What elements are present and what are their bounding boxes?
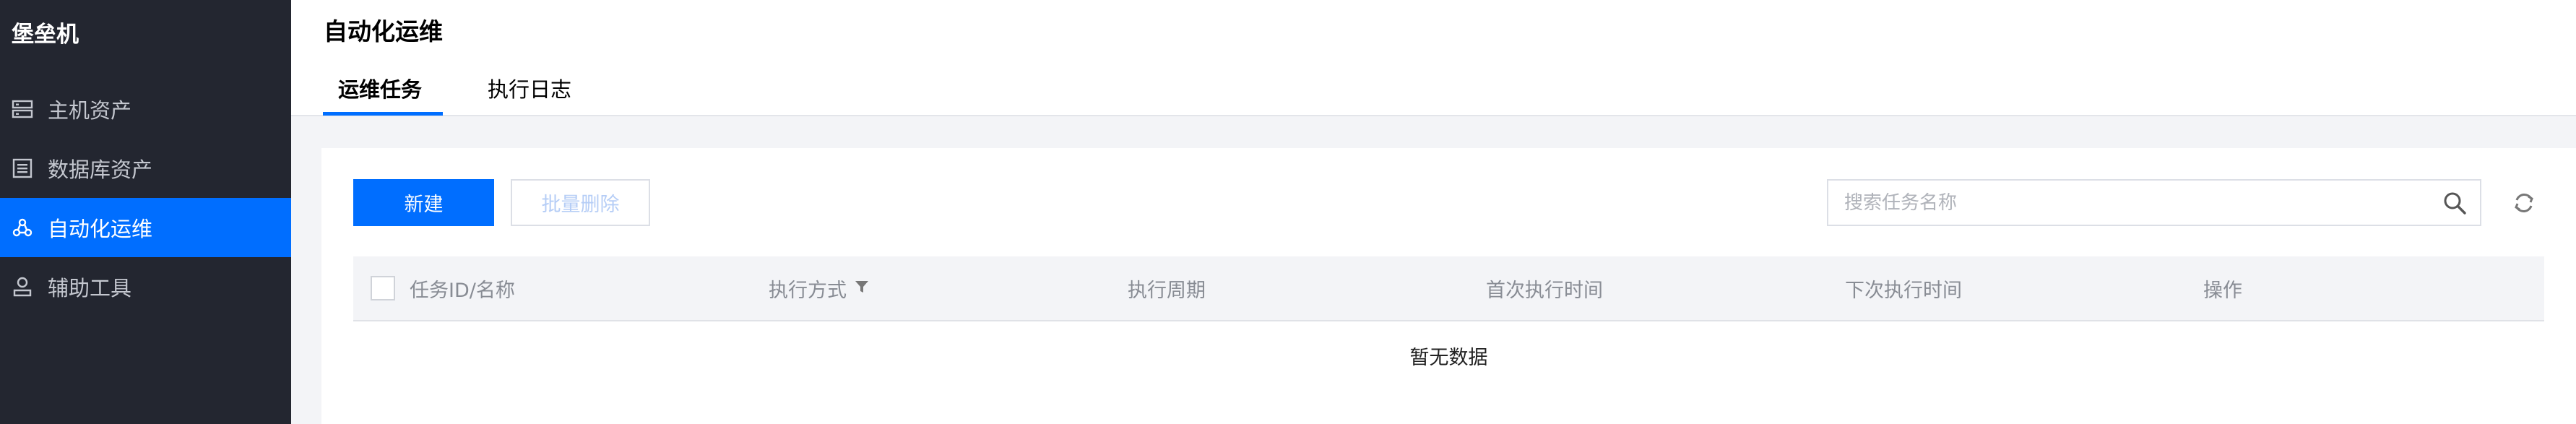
filter-icon[interactable] [854,279,870,295]
tab-execution-log[interactable]: 执行日志 [488,75,571,104]
active-tab-indicator [323,112,443,116]
search-icon[interactable] [2442,191,2467,215]
task-list-card: 新建 批量删除 任务ID/名称 执行方式 执行周期 首次执行时间 下次执行时间 … [321,148,2576,424]
sidebar-item-tools[interactable]: 辅助工具 [0,257,291,316]
select-all-checkbox[interactable] [371,276,395,300]
batch-delete-button: 批量删除 [511,179,650,226]
database-icon [10,156,35,181]
empty-state-text: 暂无数据 [1409,347,1488,369]
sidebar: 堡垒机 主机资产 数据库资产 自动化运维 辅助工具 [0,0,291,424]
table-header: 任务ID/名称 执行方式 执行周期 首次执行时间 下次执行时间 操作 [353,256,2544,321]
tool-icon [10,274,35,299]
refresh-icon[interactable] [2511,190,2537,216]
sidebar-title: 堡垒机 [12,22,79,48]
search-box [1827,179,2481,226]
new-button[interactable]: 新建 [353,179,494,226]
column-header-exec-mode: 执行方式 [769,256,870,320]
tab-ops-tasks[interactable]: 运维任务 [338,75,422,104]
sidebar-item-label: 主机资产 [48,98,132,123]
sidebar-item-host-assets[interactable]: 主机资产 [0,79,291,139]
page-header: 自动化运维 运维任务 执行日志 [291,0,2576,116]
sidebar-item-label: 自动化运维 [48,217,153,241]
automation-icon [10,215,35,240]
sidebar-item-database-assets[interactable]: 数据库资产 [0,139,291,198]
column-header-actions: 操作 [2203,279,2242,302]
sidebar-item-label: 数据库资产 [48,157,153,182]
server-icon [10,97,35,121]
column-header-first-exec-time: 首次执行时间 [1486,279,1603,302]
sidebar-item-automation[interactable]: 自动化运维 [0,198,291,257]
column-header-exec-period: 执行周期 [1128,279,1206,302]
column-header-next-exec-time: 下次执行时间 [1845,279,1962,302]
column-header-label: 执行方式 [769,279,847,302]
page-title: 自动化运维 [324,17,443,46]
sidebar-item-label: 辅助工具 [48,276,132,300]
column-header-task-id: 任务ID/名称 [410,279,515,302]
search-input[interactable] [1828,181,2435,225]
